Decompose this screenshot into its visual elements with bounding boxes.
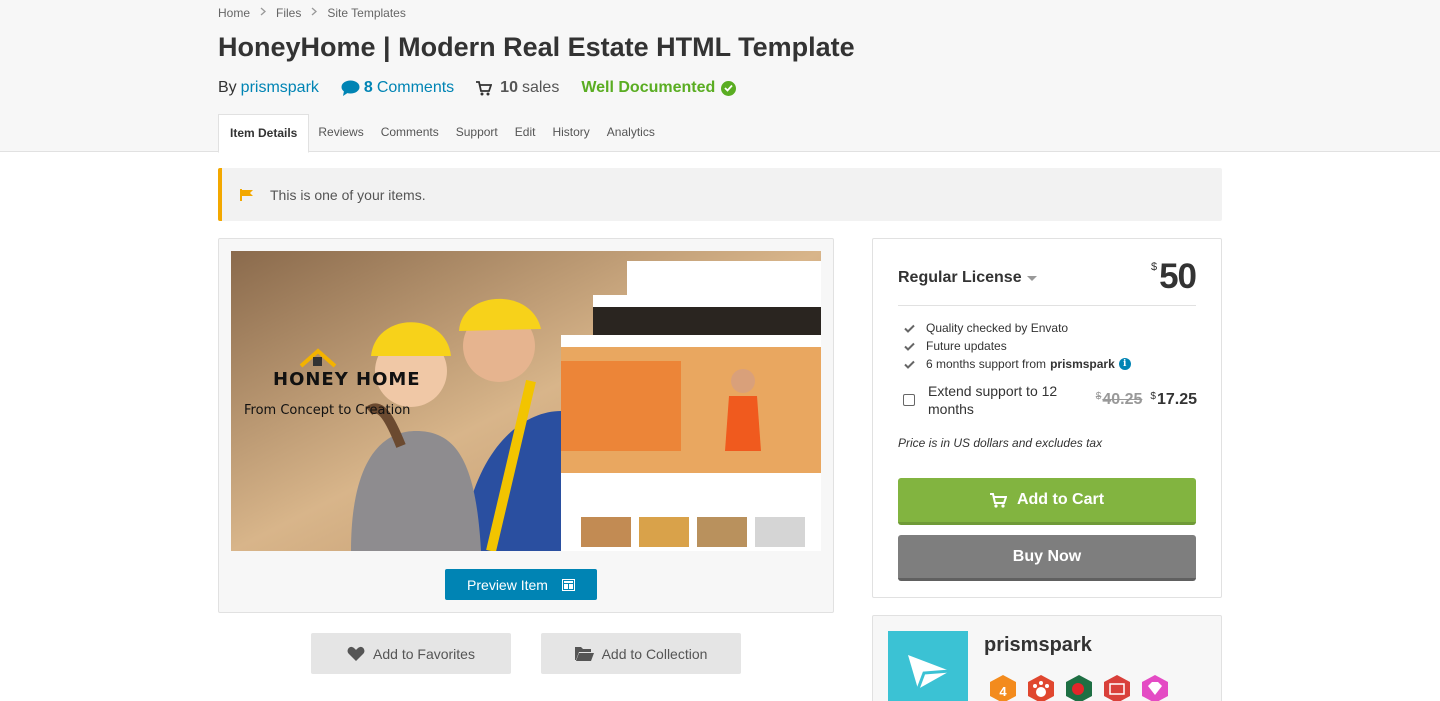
- author-link[interactable]: prismspark: [241, 79, 319, 97]
- sales-count: 10: [500, 79, 518, 96]
- preview-item-label: Preview Item: [467, 576, 548, 593]
- page-title: HoneyHome | Modern Real Estate HTML Temp…: [218, 32, 855, 62]
- feature-text: Future updates: [926, 339, 1007, 353]
- price-amount: 50: [1159, 257, 1197, 296]
- sales-info: 10 sales: [476, 79, 559, 97]
- preview-item-button[interactable]: Preview Item: [445, 569, 597, 600]
- buy-now-button[interactable]: Buy Now: [898, 535, 1196, 581]
- add-to-cart-label: Add to Cart: [1016, 491, 1105, 508]
- license-label: Regular License: [898, 269, 1022, 286]
- well-documented-label: Well Documented: [581, 79, 716, 96]
- author-box: prismspark 4: [872, 615, 1222, 701]
- comments-link[interactable]: 8 Comments: [341, 79, 454, 97]
- extend-support-option: Extend support to 12 months $40.25 $17.2…: [903, 382, 1197, 418]
- paper-plane-icon: [908, 655, 951, 690]
- old-price-currency: $: [1095, 391, 1102, 402]
- own-item-notice: This is one of your items.: [218, 168, 1222, 221]
- chevron-right-icon: [260, 7, 267, 19]
- new-price-currency: $: [1150, 391, 1156, 402]
- preview-brand-name: HONEY HOME: [273, 369, 421, 390]
- add-to-cart-button[interactable]: Add to Cart: [898, 478, 1196, 525]
- heart-icon: [347, 646, 365, 662]
- tab-comments[interactable]: Comments: [373, 114, 447, 152]
- feature-text: 6 months support from: [926, 357, 1047, 371]
- check-icon: [904, 342, 916, 351]
- check-circle-icon: [721, 80, 737, 96]
- flag-icon: [240, 188, 254, 201]
- author-badges: 4: [988, 674, 1178, 701]
- extend-support-label[interactable]: Extend support to 12 months: [928, 382, 1078, 418]
- shopping-cart-icon: [476, 80, 493, 96]
- item-tabs: Item Details Reviews Comments Support Ed…: [218, 114, 664, 153]
- breadcrumb-home[interactable]: Home: [218, 6, 250, 20]
- comments-count: 8: [363, 79, 373, 96]
- notice-text: This is one of your items.: [270, 186, 426, 203]
- author-avatar[interactable]: [888, 631, 968, 701]
- tab-reviews[interactable]: Reviews: [310, 114, 371, 152]
- tab-edit[interactable]: Edit: [507, 114, 544, 152]
- caret-down-icon: [1026, 275, 1037, 281]
- tab-support[interactable]: Support: [448, 114, 506, 152]
- author-name[interactable]: prismspark: [984, 634, 1092, 657]
- buy-now-label: Buy Now: [1012, 547, 1082, 565]
- shopping-cart-icon: [989, 492, 1007, 508]
- tab-item-details[interactable]: Item Details: [218, 114, 310, 153]
- license-features: Quality checked by Envato Future updates…: [904, 319, 1131, 373]
- info-icon[interactable]: i: [1118, 358, 1131, 370]
- feature-text: Quality checked by Envato: [926, 321, 1069, 335]
- extend-old-price: $40.25: [1096, 391, 1143, 409]
- add-to-collection-label: Add to Collection: [601, 645, 708, 662]
- extend-new-price: $17.25: [1150, 391, 1197, 409]
- well-documented-badge: Well Documented: [581, 79, 737, 97]
- sales-label: sales: [521, 79, 560, 96]
- breadcrumb: Home Files Site Templates: [218, 6, 406, 20]
- support-author: prismspark: [1050, 357, 1115, 371]
- preview-illustration: [231, 251, 821, 551]
- price-currency: $: [1150, 261, 1158, 273]
- tab-analytics[interactable]: Analytics: [599, 114, 663, 152]
- new-price-amount: 17.25: [1156, 391, 1197, 408]
- layout-icon: [561, 578, 575, 591]
- gem-badge-icon[interactable]: [1140, 674, 1170, 701]
- sc-badge-icon[interactable]: [1102, 674, 1132, 701]
- preview-image[interactable]: HONEY HOME From Concept to Creation: [231, 251, 821, 551]
- preview-tagline: From Concept to Creation: [244, 403, 411, 418]
- tab-history[interactable]: History: [544, 114, 597, 152]
- speech-bubble-icon: [341, 80, 360, 97]
- item-meta: By prismspark 8 Comments 10 sales Well D…: [218, 77, 737, 99]
- breadcrumb-site-templates[interactable]: Site Templates: [327, 6, 406, 20]
- svg-text:4: 4: [999, 684, 1007, 699]
- tax-note: Price is in US dollars and excludes tax: [898, 436, 1103, 450]
- chevron-right-icon: [311, 7, 318, 19]
- by-label: By: [218, 79, 237, 96]
- preview-panel: HONEY HOME From Concept to Creation Prev…: [218, 238, 834, 613]
- price: $ 50: [1150, 257, 1197, 296]
- country-badge-icon[interactable]: [1064, 674, 1094, 701]
- breadcrumb-files[interactable]: Files: [276, 6, 301, 20]
- old-price-amount: 40.25: [1102, 391, 1143, 408]
- check-icon: [904, 360, 916, 369]
- divider: [898, 305, 1196, 306]
- feature-item: 6 months support from prismspark i: [904, 355, 1131, 373]
- add-to-favorites-button[interactable]: Add to Favorites: [311, 633, 511, 674]
- check-icon: [904, 324, 916, 333]
- add-to-collection-button[interactable]: Add to Collection: [541, 633, 741, 674]
- level-4-badge-icon[interactable]: 4: [988, 674, 1018, 701]
- item-header: Home Files Site Templates HoneyHome | Mo…: [0, 0, 1440, 153]
- add-to-favorites-label: Add to Favorites: [373, 645, 475, 662]
- extend-support-checkbox[interactable]: [903, 394, 915, 406]
- license-selector[interactable]: Regular License: [898, 269, 1037, 287]
- comments-label: Comments: [376, 79, 455, 96]
- feature-item: Quality checked by Envato: [904, 319, 1131, 337]
- pet-badge-icon[interactable]: [1026, 674, 1056, 701]
- folder-icon: [574, 646, 594, 661]
- purchase-panel: Regular License $ 50 Quality checked by …: [872, 238, 1222, 598]
- feature-item: Future updates: [904, 337, 1131, 355]
